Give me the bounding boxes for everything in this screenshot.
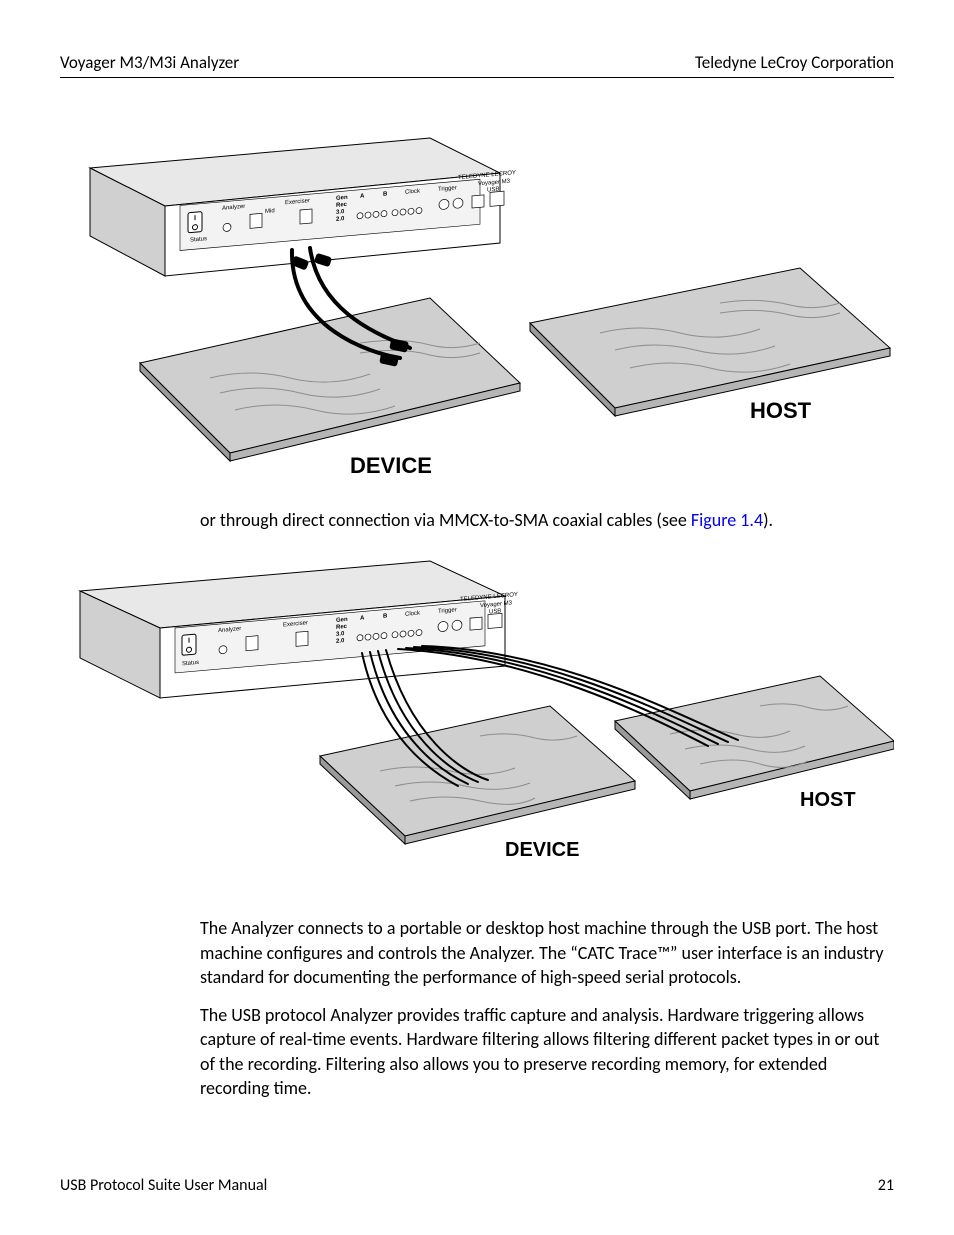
caption1-post: ).: [763, 509, 773, 531]
figure2-device-label: DEVICE: [505, 839, 579, 861]
svg-text:3.0: 3.0: [336, 209, 345, 216]
svg-text:2.0: 2.0: [336, 638, 345, 645]
figure2-host-label: HOST: [800, 789, 856, 811]
svg-text:B: B: [383, 191, 388, 197]
svg-text:2.0: 2.0: [336, 216, 345, 223]
figure1-caption: or through direct connection via MMCX-to…: [200, 508, 894, 532]
paragraph-1: The Analyzer connects to a portable or d…: [200, 916, 894, 989]
page-header: Voyager M3/M3i Analyzer Teledyne LeCroy …: [60, 52, 894, 78]
svg-text:3.0: 3.0: [336, 631, 345, 638]
figure1-device-label: DEVICE: [350, 453, 432, 478]
caption1-pre: or through direct connection via MMCX-to…: [200, 509, 691, 531]
footer-page-number: 21: [878, 1176, 894, 1195]
svg-text:A: A: [360, 193, 365, 199]
paragraph-2: The USB protocol Analyzer provides traff…: [200, 1003, 894, 1100]
page-footer: USB Protocol Suite User Manual 21: [60, 1176, 894, 1195]
svg-text:A: A: [360, 616, 365, 622]
header-left: Voyager M3/M3i Analyzer: [60, 52, 239, 73]
figure1-host-label: HOST: [750, 398, 812, 423]
footer-left: USB Protocol Suite User Manual: [60, 1176, 267, 1195]
figure-1-4-xref[interactable]: Figure 1.4: [691, 509, 763, 531]
svg-text:Rec: Rec: [336, 202, 348, 209]
figure-2: TELEDYNE LECROY Voyager M3 USB Analyzer …: [60, 546, 894, 866]
svg-text:B: B: [383, 614, 388, 620]
header-right: Teledyne LeCroy Corporation: [695, 52, 894, 73]
svg-text:Rec: Rec: [336, 624, 348, 631]
svg-text:Gen: Gen: [336, 617, 348, 624]
svg-text:Gen: Gen: [336, 195, 348, 202]
svg-text:Mid: Mid: [265, 208, 275, 215]
figure-1: TELEDYNE LECROY Voyager M3 USB Analyzer …: [60, 118, 894, 478]
